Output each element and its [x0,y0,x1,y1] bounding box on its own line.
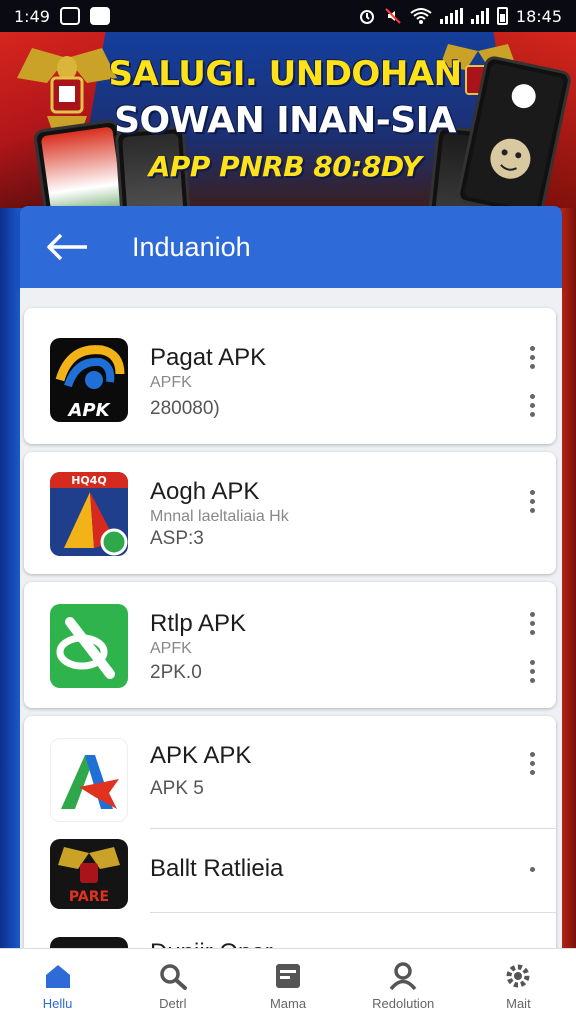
person-icon [389,962,417,990]
promo-banner[interactable]: SALUGI. UNDOHAN SOWAN INAN-SIA APP PNRB … [0,32,576,208]
app-name: APK APK [150,742,252,769]
nav-item-more[interactable]: Mait [461,949,576,1024]
window-icon [276,964,300,988]
nav-label: Redolution [372,996,435,1011]
nav-item-profile[interactable]: Redolution [346,949,461,1024]
signal-icon [439,8,463,24]
app-notification-icon [89,7,110,25]
home-icon [45,965,70,988]
search-icon [160,964,187,990]
more-options-2-icon[interactable] [526,394,538,417]
list-item[interactable]: APK APK APK 5 [24,716,556,828]
app-version: 2PK.0 [150,662,202,683]
list-item[interactable]: Duniir Oner [24,913,556,948]
more-options-2-icon[interactable] [526,660,538,683]
gallery-notification-icon [59,7,80,25]
app-icon-apk [50,738,128,822]
app-icon-aogh: HQ4Q [50,472,128,556]
app-version: APK 5 [150,778,204,799]
mute-icon [385,8,401,24]
app-subtitle: APFK [150,374,192,391]
a-logo-icon [61,755,119,809]
gear-icon [506,964,530,988]
app-name: Duniir Oner [150,939,273,948]
banner-headline-1: SALUGI. UNDOHAN [108,54,462,94]
swirl-logo-icon: APK [55,345,125,421]
list-section: APK APK APK 5 PARE Ballt Ratlieia Duniir… [24,716,556,948]
wifi-icon [410,8,432,24]
app-icon-text: HQ4Q [71,474,107,487]
app-icon-rtlp [50,604,128,688]
list-item[interactable]: Rtlp APK APFK 2PK.0 [24,582,556,708]
back-button[interactable] [32,206,102,288]
status-bar: 1:49 18:45 [0,0,576,32]
nav-item-home[interactable]: Hellu [0,949,115,1024]
app-version: ASP:3 [150,528,204,549]
list-item[interactable]: PARE Ballt Ratlieia [24,829,556,913]
list-item[interactable]: APK Pagat APK APFK 280080) [24,308,556,444]
more-options-icon[interactable] [526,752,538,775]
app-icon-ballt: PARE [50,839,128,909]
nav-label: Detrl [159,996,187,1011]
app-icon-text: PARE [69,889,109,905]
nav-label: Hellu [42,996,73,1011]
arrow-left-icon [47,233,87,261]
banner-headline-3: APP PNRB 80:8DY [148,150,422,183]
more-options-icon[interactable] [526,346,538,369]
alarm-icon [359,10,374,24]
signal-2-icon [470,8,489,24]
app-subtitle: APFK [150,640,192,657]
loop-logo-icon [56,617,115,679]
nav-item-mama[interactable]: Mama [230,949,345,1024]
triangle-logo-icon: HQ4Q [50,472,128,556]
app-version: 280080) [150,398,220,419]
app-list: APK Pagat APK APFK 280080) HQ4Q Aogh APK… [20,288,562,948]
bottom-navigation: Hellu Detrl Mama Redolution Mait [0,948,576,1024]
nav-label: Mama [269,996,307,1011]
app-name: Ballt Ratlieia [150,855,284,882]
battery-icon [496,7,508,25]
page-title: Induanioh [132,231,251,262]
app-icon-text: APK [66,400,111,421]
more-options-icon[interactable] [526,867,538,872]
banner-headline-2: SOWAN INAN-SIA [114,100,456,141]
app-subtitle: Mnnal laeltaliaia Hk [150,508,289,525]
app-name: Pagat APK [150,344,267,371]
status-time-left: 1:49 [14,6,50,26]
garuda-app-icon: PARE [58,847,120,905]
nav-label: Mait [506,996,531,1011]
app-name: Rtlp APK [150,610,247,637]
app-icon-duniir [50,937,128,948]
app-icon-pagat: APK [50,338,128,422]
more-options-icon[interactable] [526,612,538,635]
nav-item-search[interactable]: Detrl [115,949,230,1024]
more-options-icon[interactable] [526,490,538,513]
app-bar: Induanioh [20,206,562,288]
app-name: Aogh APK [150,478,260,505]
list-item[interactable]: HQ4Q Aogh APK Mnnal laeltaliaia Hk ASP:3 [24,452,556,574]
status-time-right: 18:45 [515,6,562,26]
